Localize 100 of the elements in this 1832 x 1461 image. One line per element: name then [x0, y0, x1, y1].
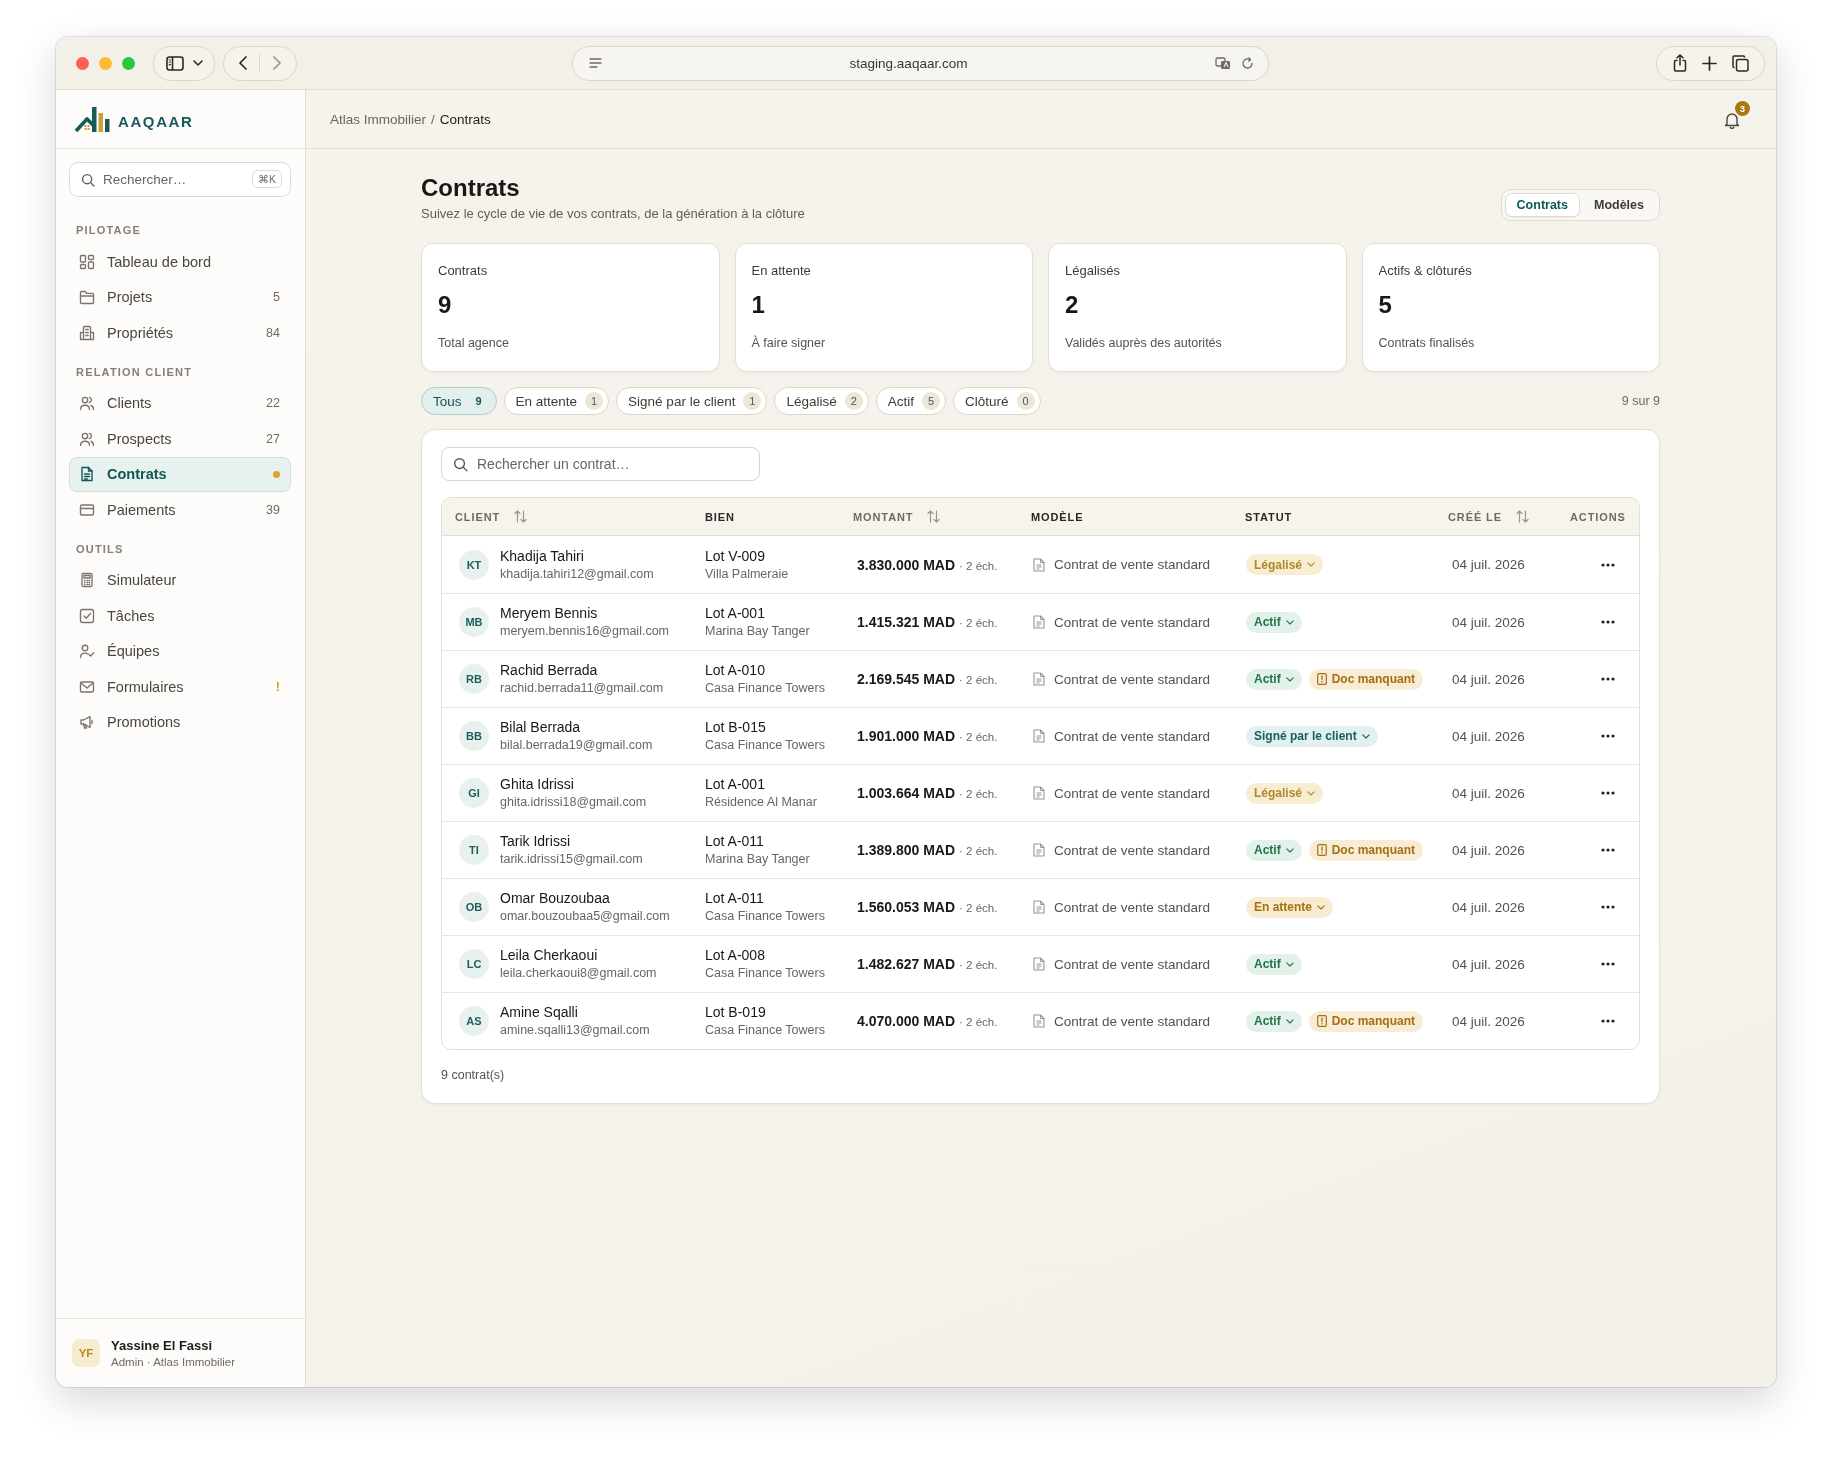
stat-value: 9 — [438, 291, 452, 319]
lot-number: Lot A-001 — [705, 605, 765, 622]
nav-item[interactable]: Propriétés 84 — [69, 315, 291, 351]
status-dropdown[interactable]: Actif — [1246, 611, 1302, 633]
view-tab[interactable]: Modèles — [1582, 193, 1656, 217]
amount: 1.482.627 MAD — [857, 956, 956, 972]
filter-chip[interactable]: Tous 9 — [421, 387, 497, 415]
column-header: STATUT — [1244, 510, 1294, 523]
nav-item[interactable]: Simulateur — [69, 562, 291, 598]
status-dropdown[interactable]: Actif — [1246, 953, 1302, 975]
status-dropdown[interactable]: Actif — [1246, 839, 1302, 861]
created-date: 04 juil. 2026 — [1452, 785, 1525, 801]
client-name: Amine Sqalli — [500, 1004, 578, 1021]
search-field[interactable]: Rechercher un contrat… — [441, 447, 760, 481]
reload-icon[interactable] — [1241, 56, 1254, 70]
lot-number: Lot B-019 — [705, 1004, 766, 1021]
share-icon[interactable] — [1672, 54, 1687, 72]
nav-item[interactable]: Projets 5 — [69, 279, 291, 315]
nav-item[interactable]: Formulaires ! — [69, 669, 291, 705]
chip-count: 0 — [1016, 392, 1035, 410]
template-name: Contrat de vente standard — [1054, 557, 1211, 572]
view-tab[interactable]: Contrats — [1504, 193, 1580, 217]
status-dropdown[interactable]: Actif — [1246, 1010, 1302, 1032]
calculator-icon — [79, 572, 95, 589]
filter-chip[interactable]: Signé par le client 1 — [616, 387, 768, 415]
column-header[interactable]: CLIENT — [442, 510, 692, 523]
document-alert-icon — [1316, 1015, 1327, 1027]
nav-item[interactable]: Paiements 39 — [69, 492, 291, 528]
document-icon — [79, 466, 95, 483]
plus-icon[interactable] — [1701, 55, 1717, 71]
client-email: amine.sqalli13@gmail.com — [500, 1023, 650, 1038]
window-close-button[interactable] — [76, 56, 89, 70]
contract-count: 9 contrat(s) — [441, 1067, 506, 1083]
client-name: Meryem Bennis — [500, 605, 598, 622]
filter-chip[interactable]: En attente 1 — [503, 387, 610, 415]
tabs-overview-icon[interactable] — [1731, 54, 1749, 72]
logo-text: AAQAAR — [118, 113, 194, 130]
client-name: Bilal Berrada — [500, 719, 581, 736]
sort-icon — [1516, 510, 1529, 523]
address-bar[interactable]: staging.aaqaar.com — [572, 45, 1269, 81]
document-icon — [1033, 843, 1045, 857]
created-date: 04 juil. 2026 — [1452, 1013, 1525, 1029]
client-email: khadija.tahiri12@gmail.com — [500, 566, 654, 582]
property-name: Casa Finance Towers — [705, 909, 825, 924]
stat-value: 2 — [1065, 291, 1079, 319]
status-dropdown[interactable]: En attente — [1246, 896, 1333, 918]
stat-caption: Contrats finalisés — [1378, 335, 1475, 351]
nav-item[interactable]: Prospects 27 — [69, 421, 291, 457]
user-avatar: YF — [72, 1339, 100, 1367]
document-icon — [1033, 672, 1045, 686]
document-icon — [1033, 1014, 1045, 1028]
building-icon — [79, 324, 95, 341]
nav-item[interactable]: Tableau de bord — [69, 244, 291, 280]
more-icon — [1601, 905, 1615, 909]
sidebar-toggle-button[interactable] — [153, 45, 215, 81]
template-name: Contrat de vente standard — [1054, 614, 1211, 630]
more-icon — [1601, 848, 1615, 852]
filter-chip[interactable]: Légalisé 2 — [774, 387, 869, 415]
checkbox-icon — [79, 607, 95, 624]
notifications-button[interactable]: 3 — [1722, 101, 1750, 131]
column-header[interactable]: MONTANT — [840, 510, 1018, 523]
stat-caption: À faire signer — [751, 335, 826, 351]
client-email: omar.bouzoubaa5@gmail.com — [500, 909, 670, 924]
breadcrumb-link[interactable]: Atlas Immobilier — [330, 111, 427, 127]
item-count: 84 — [266, 325, 280, 340]
filter-chip[interactable]: Clôturé 0 — [953, 387, 1041, 415]
installments: · 2 éch. — [959, 731, 998, 743]
template-name: Contrat de vente standard — [1054, 899, 1211, 915]
filter-chip[interactable]: Actif 5 — [875, 387, 946, 415]
chevron-down-icon — [1307, 562, 1316, 567]
people-icon — [79, 395, 95, 412]
status-dropdown[interactable]: Signé par le client — [1246, 725, 1378, 747]
stat-label: Contrats — [438, 262, 488, 280]
chevron-down-icon — [1285, 676, 1294, 682]
chevron-right-icon — [272, 56, 281, 70]
chevron-down-icon — [1285, 847, 1294, 853]
chevron-down-icon — [1285, 1018, 1294, 1024]
created-date: 04 juil. 2026 — [1452, 614, 1525, 630]
created-date: 04 juil. 2026 — [1452, 728, 1525, 744]
stat-caption: Total agence — [438, 335, 509, 351]
folder-icon — [79, 289, 95, 306]
chip-count: 5 — [922, 392, 940, 410]
nav-item[interactable]: Tâches — [69, 598, 291, 634]
property-name: Casa Finance Towers — [705, 738, 825, 753]
chevron-down-icon — [1317, 904, 1325, 910]
column-header[interactable]: CRÉÉ LE — [1435, 510, 1557, 523]
sort-icon — [514, 510, 528, 523]
chip-count: 9 — [474, 394, 483, 409]
status-dropdown[interactable]: Actif — [1246, 668, 1302, 690]
sidebar-icon — [165, 55, 184, 71]
nav-item[interactable]: Promotions — [69, 704, 291, 740]
installments: · 2 éch. — [959, 1016, 998, 1028]
client-email: rachid.berrada11@gmail.com — [500, 681, 664, 696]
nav-item[interactable]: Clients 22 — [69, 385, 291, 421]
breadcrumb-current: Contrats — [439, 111, 491, 127]
nav-item[interactable]: Contrats — [69, 456, 291, 492]
installments: · 2 éch. — [959, 617, 998, 629]
client-email: meryem.bennis16@gmail.com — [500, 624, 669, 639]
nav-item[interactable]: Équipes — [69, 633, 291, 669]
item-count: 5 — [273, 290, 280, 305]
